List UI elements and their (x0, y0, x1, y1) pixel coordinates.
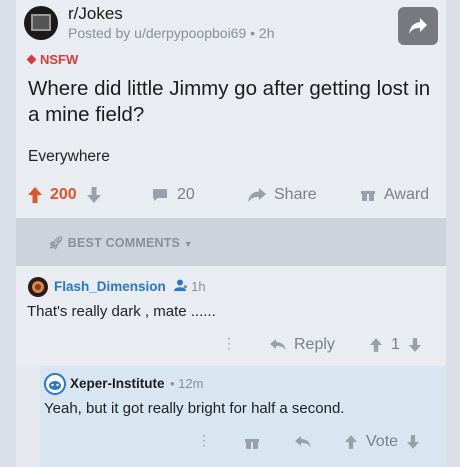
comment-score: 1 (391, 336, 400, 353)
rocket-icon: 🚀︎ (48, 236, 65, 250)
reply-time: • 12m (170, 376, 204, 391)
comment-action-bar: ⋮ Reply 1 (220, 335, 435, 356)
reply-action-bar: ⋮ Vote (195, 432, 435, 453)
vote-group: 200 (28, 186, 101, 204)
share-top-button[interactable] (398, 7, 438, 45)
sort-label: BEST COMMENTS (67, 236, 181, 250)
post-body: Everywhere (28, 148, 110, 165)
reply-vote-group: Vote (345, 433, 420, 451)
user-avatar-icon[interactable] (27, 276, 49, 298)
nsfw-badge: NSFW (26, 52, 78, 67)
comment-time: • 1h (183, 279, 206, 294)
post-meta: Posted by u/derpypoopboi69 • 2h (68, 25, 275, 41)
reply-upvote-icon[interactable] (345, 435, 357, 449)
award-label: Award (384, 186, 430, 203)
downvote-icon[interactable] (86, 187, 101, 203)
comment-upvote-icon[interactable] (370, 338, 382, 352)
sort-label-group[interactable]: 🚀︎ BEST COMMENTS ▼ (48, 236, 193, 251)
comment-username[interactable]: Flash_Dimension (54, 279, 187, 294)
comment-count: 20 (177, 186, 195, 203)
award-button[interactable]: Award (361, 186, 429, 204)
reply-more-options-icon[interactable]: ⋮ (197, 432, 211, 449)
comments-button[interactable]: 20 (152, 186, 195, 204)
comment-text: That's really dark , mate ...... (27, 303, 216, 320)
reply-username[interactable]: Xeper-Institute (70, 376, 165, 391)
share-button[interactable]: Share (248, 186, 317, 204)
reply-vote-label: Vote (366, 433, 399, 450)
chevron-down-icon: ▼ (183, 239, 193, 249)
share-label: Share (274, 186, 317, 203)
nsfw-diamond-icon (26, 54, 37, 65)
upvote-icon[interactable] (28, 187, 42, 203)
reply-award-icon[interactable] (245, 436, 259, 450)
share-arrow-icon (409, 18, 427, 34)
reply-arrow-icon (270, 338, 286, 351)
subreddit-name[interactable]: r/Jokes (68, 4, 123, 24)
post-title[interactable]: Where did little Jimmy go after getting … (28, 76, 433, 128)
reply-label: Reply (294, 336, 335, 353)
share-icon (248, 188, 266, 202)
reply-downvote-icon[interactable] (407, 435, 420, 449)
comment-sort-bar[interactable]: 🚀︎ BEST COMMENTS ▼ (16, 218, 446, 266)
reply-reply-icon[interactable] (295, 436, 311, 449)
reply-text: Yeah, but it got really bright for half … (44, 400, 345, 417)
comment-downvote-icon[interactable] (408, 338, 421, 352)
tv-icon (31, 14, 51, 31)
post-score: 200 (50, 186, 77, 203)
gift-icon (361, 191, 375, 201)
reply-button[interactable]: Reply (270, 336, 335, 354)
post-action-bar: 200 20 Share Award (28, 186, 438, 208)
comment-vote-group: 1 (370, 336, 421, 354)
comment-bubble-icon (153, 189, 167, 201)
more-options-icon[interactable]: ⋮ (222, 335, 236, 352)
reddit-snoo-avatar-icon[interactable] (44, 373, 66, 395)
subreddit-avatar[interactable] (24, 6, 58, 40)
